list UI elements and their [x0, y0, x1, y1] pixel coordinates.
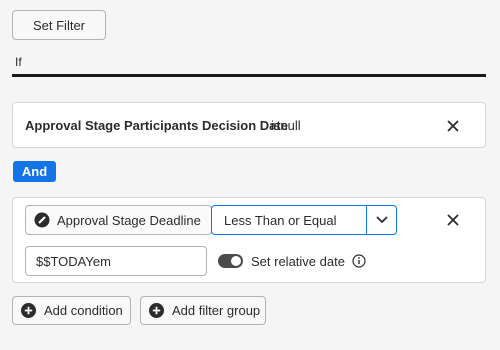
divider [12, 74, 486, 77]
condition-field-name: Approval Stage Participants Decision Dat… [25, 118, 288, 133]
add-circle-icon [149, 303, 164, 318]
and-conjunction-button[interactable]: And [13, 161, 56, 182]
set-filter-button[interactable]: Set Filter [12, 10, 106, 40]
operator-select[interactable]: Less Than or Equal [211, 205, 397, 235]
operator-select-value: Less Than or Equal [224, 212, 337, 228]
if-label: If [15, 55, 22, 69]
toggle-knob [231, 256, 241, 266]
close-icon[interactable] [445, 212, 461, 228]
info-icon[interactable] [352, 254, 366, 268]
set-filter-label: Set Filter [32, 17, 85, 33]
value-input[interactable] [25, 246, 207, 276]
relative-date-toggle[interactable] [218, 254, 243, 268]
field-picker-label: Approval Stage Deadline [57, 212, 201, 228]
relative-date-label: Set relative date [251, 254, 345, 269]
add-condition-button[interactable]: Add condition [12, 296, 131, 325]
condition-row-1: Approval Stage Participants Decision Dat… [12, 102, 486, 148]
field-picker-button[interactable]: Approval Stage Deadline [25, 205, 212, 235]
chevron-down-icon[interactable] [366, 206, 396, 234]
condition-row-2: Approval Stage Deadline Less Than or Equ… [12, 197, 486, 283]
add-circle-icon [21, 303, 36, 318]
close-icon[interactable] [445, 118, 461, 134]
condition-operator: isnull [271, 118, 301, 133]
add-filter-group-button[interactable]: Add filter group [140, 296, 266, 325]
add-filter-group-label: Add filter group [172, 303, 261, 318]
field-type-icon [34, 212, 50, 228]
add-condition-label: Add condition [44, 303, 123, 318]
